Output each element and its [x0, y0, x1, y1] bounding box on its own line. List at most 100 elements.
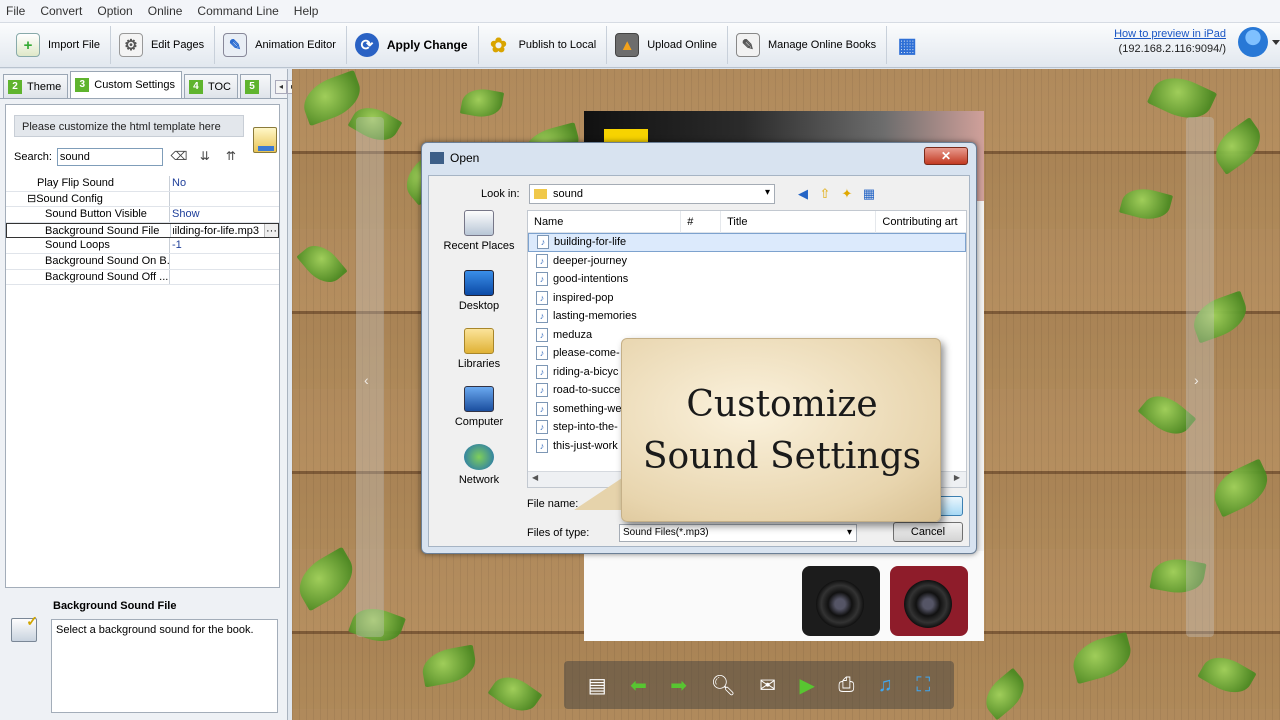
prop-value[interactable]: building-for-life.mp3 ···: [171, 223, 278, 238]
edit-pages-label: Edit Pages: [150, 39, 205, 51]
new-folder-icon[interactable]: ✦: [839, 186, 855, 202]
prop-row-sound-button-visible[interactable]: Sound Button Visible Show: [6, 207, 279, 223]
place-computer[interactable]: Computer: [433, 386, 525, 428]
edit-pages-button[interactable]: ⚙ Edit Pages: [111, 26, 216, 64]
user-icon[interactable]: [1238, 27, 1280, 57]
tab-custom-settings[interactable]: 3 Custom Settings: [70, 71, 182, 98]
upload-online-label: Upload Online: [647, 39, 717, 51]
import-file-button[interactable]: + Import File: [8, 26, 111, 64]
apply-change-button[interactable]: ⟳ Apply Change: [347, 26, 479, 64]
column-number[interactable]: #: [681, 211, 722, 233]
book-icon[interactable]: ▤: [588, 673, 607, 698]
dialog-close-button[interactable]: ✕: [924, 147, 968, 165]
column-title[interactable]: Title: [721, 211, 877, 233]
up-folder-icon[interactable]: ⇧: [817, 186, 833, 202]
prop-row-play-flip-sound[interactable]: Play Flip Sound No: [6, 176, 279, 192]
place-desktop[interactable]: Desktop: [433, 270, 525, 312]
publish-local-label: Publish to Local: [518, 39, 597, 51]
arrow-left-icon[interactable]: ⬅: [630, 673, 647, 698]
files-of-type-select[interactable]: Sound Files(*.mp3): [619, 524, 857, 542]
ipad-address: (192.168.2.116:9094/): [1118, 43, 1226, 55]
cart-button[interactable]: ▦: [887, 26, 937, 64]
menu-convert[interactable]: Convert: [40, 4, 82, 18]
prop-value: [170, 192, 279, 207]
search-prev-icon[interactable]: ⇈: [221, 149, 241, 165]
scroll-right-icon[interactable]: ▶: [954, 473, 960, 482]
search-next-icon[interactable]: ⇊: [195, 149, 215, 165]
menu-help[interactable]: Help: [294, 4, 319, 18]
apply-change-label: Apply Change: [386, 38, 468, 52]
prop-value[interactable]: [170, 254, 279, 269]
next-page-button[interactable]: ›: [1186, 117, 1214, 637]
prop-row-background-sound-off[interactable]: Background Sound Off ...: [6, 269, 279, 286]
search-label: Search:: [14, 151, 52, 163]
tab-five[interactable]: 5: [239, 74, 271, 98]
leaf-decoration: [292, 546, 362, 612]
callout-banner: Customize Sound Settings: [621, 338, 941, 522]
leaf-decoration: [1206, 117, 1270, 175]
print-icon[interactable]: ⎙: [838, 674, 854, 697]
upload-online-button[interactable]: ▲ Upload Online: [607, 26, 728, 64]
menu-file[interactable]: File: [6, 4, 25, 18]
prop-value[interactable]: Show: [170, 207, 279, 222]
place-network[interactable]: Network: [433, 444, 525, 486]
prop-value[interactable]: [170, 270, 279, 285]
animation-editor-button[interactable]: ✎ Animation Editor: [215, 26, 347, 64]
tab-toc[interactable]: 4 TOC: [183, 74, 238, 98]
fullscreen-icon[interactable]: ⛶: [916, 674, 930, 697]
file-item[interactable]: ♪ deeper-journey: [528, 252, 966, 271]
tab-scroll-left-icon[interactable]: ◂: [274, 80, 287, 94]
dialog-title: Open: [450, 151, 480, 165]
menu-online[interactable]: Online: [148, 4, 183, 18]
prop-row-sound-loops[interactable]: Sound Loops -1: [6, 238, 279, 254]
menu-command-line[interactable]: Command Line: [197, 4, 278, 18]
column-contributing-artist[interactable]: Contributing art: [876, 211, 966, 233]
menu-option[interactable]: Option: [97, 4, 132, 18]
prop-name: Background Sound On B...: [6, 253, 170, 269]
look-in-select[interactable]: sound: [529, 184, 775, 204]
manage-online-label: Manage Online Books: [767, 39, 877, 51]
prop-group-sound-config[interactable]: ⊟Sound Config: [6, 191, 279, 208]
arrow-right-icon[interactable]: ➡: [670, 673, 687, 698]
zoom-icon[interactable]: 🔍︎: [710, 673, 735, 698]
prop-row-background-sound-file[interactable]: Background Sound File building-for-life.…: [6, 222, 279, 239]
search-input[interactable]: [56, 148, 163, 166]
prop-row-background-sound-on[interactable]: Background Sound On B...: [6, 253, 279, 270]
file-item[interactable]: ♪ lasting-memories: [528, 307, 966, 326]
cancel-button[interactable]: Cancel: [893, 522, 963, 542]
file-item[interactable]: ♪ good-intentions: [528, 270, 966, 289]
back-icon[interactable]: ◀: [795, 186, 811, 202]
prop-value[interactable]: -1: [170, 238, 279, 253]
column-name[interactable]: Name: [528, 211, 682, 233]
publish-local-button[interactable]: ✿ Publish to Local: [479, 26, 608, 64]
file-name: step-into-the-: [553, 421, 618, 434]
manage-online-button[interactable]: ✎ Manage Online Books: [728, 26, 888, 64]
publish-local-icon: ✿: [490, 34, 507, 57]
audio-file-icon: ♪: [536, 272, 548, 287]
view-menu-icon[interactable]: ▦: [861, 186, 877, 202]
prop-value[interactable]: No: [170, 176, 279, 191]
share-icon[interactable]: ✉: [759, 673, 776, 698]
prop-name: Background Sound File: [7, 223, 171, 238]
leaf-decoration: [296, 237, 348, 291]
place-libraries[interactable]: Libraries: [433, 328, 525, 370]
chevron-left-icon: ‹: [364, 372, 369, 388]
tab-number: 5: [244, 79, 259, 94]
tab-number: 3: [75, 78, 90, 92]
prop-name: Sound Loops: [6, 238, 170, 253]
browse-ellipsis-button[interactable]: ···: [264, 223, 278, 238]
ipad-preview-link[interactable]: How to preview in iPad: [1114, 27, 1226, 42]
scroll-left-icon[interactable]: ◀: [532, 473, 538, 482]
leaf-decoration: [487, 668, 543, 720]
place-recent[interactable]: Recent Places: [433, 210, 525, 252]
file-item[interactable]: ♪ inspired-pop: [528, 289, 966, 308]
file-list-header: Name # Title Contributing art: [528, 211, 966, 233]
file-name: meduza: [553, 328, 593, 341]
play-icon[interactable]: ▶: [800, 673, 815, 698]
clear-search-icon[interactable]: ⌫: [169, 149, 189, 165]
edit-template-icon[interactable]: [253, 127, 277, 153]
tab-theme[interactable]: 2 Theme: [3, 74, 69, 98]
file-item[interactable]: ♪ building-for-life: [528, 233, 966, 252]
music-icon[interactable]: ♫: [878, 674, 893, 697]
previous-page-button[interactable]: ‹: [356, 117, 384, 637]
